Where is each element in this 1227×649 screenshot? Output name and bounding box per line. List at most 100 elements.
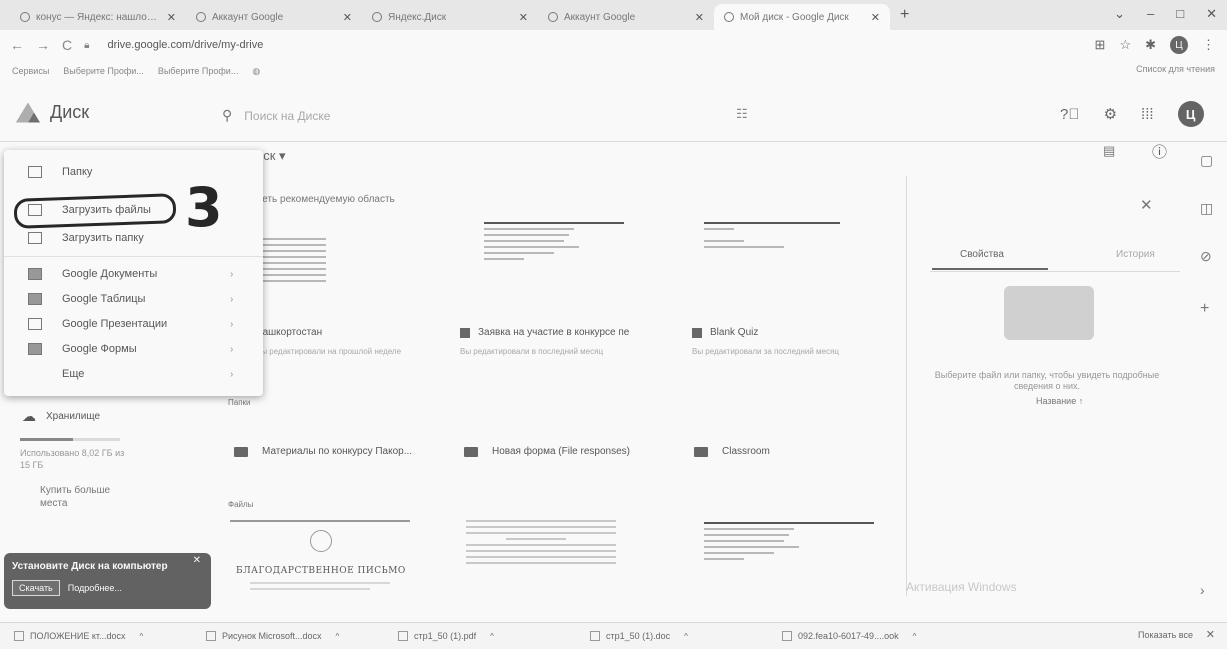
address-bar: ← → C 🔒︎ drive.google.com/drive/my-drive (0, 30, 1227, 60)
menu-item-label: Еще (62, 368, 85, 380)
download-item[interactable]: 092.fea10-6017-49....ook ^ (782, 631, 960, 641)
close-details-icon[interactable]: ✕ (1140, 196, 1153, 214)
chevron-up-icon[interactable]: ^ (140, 632, 144, 641)
grid-view-icon[interactable]: ▤ (1103, 143, 1115, 159)
calendar-icon[interactable]: ▢ (1200, 152, 1213, 169)
chevron-up-icon[interactable]: ^ (335, 632, 339, 641)
bookmark-item[interactable]: Выберите Профи... (63, 66, 144, 76)
browser-tab[interactable]: Аккаунт Google ✕ (186, 4, 362, 30)
chevron-up-icon[interactable]: ^ (684, 632, 688, 641)
reload-icon[interactable]: C (62, 37, 72, 53)
forward-icon[interactable]: → (36, 37, 50, 53)
menu-item-google-docs[interactable]: Google Документы › (4, 262, 263, 286)
suggested-thumb-3[interactable] (704, 222, 840, 312)
search-input[interactable]: Поиск на Диске (244, 109, 330, 123)
browser-tab[interactable]: Яндекс.Диск ✕ (362, 4, 538, 30)
show-all-downloads[interactable]: Показать все (1138, 630, 1193, 640)
tab-properties[interactable]: Свойства (960, 249, 1004, 260)
bookmark-star-icon[interactable]: ☆ (1119, 37, 1131, 53)
browser-profile-avatar[interactable]: Ц (1170, 36, 1188, 54)
search-bar[interactable]: ⚲ Поиск на Диске (222, 107, 330, 124)
step-number-annotation: 3 (185, 176, 223, 239)
folder-icon (464, 446, 478, 457)
browser-menu-icon[interactable]: ⋮ (1202, 37, 1215, 53)
browser-tab[interactable]: Аккаунт Google ✕ (538, 4, 714, 30)
download-item[interactable]: стр1_50 (1).pdf ^ (398, 631, 576, 641)
bookmark-item[interactable]: Выберите Профи... (158, 66, 239, 76)
new-tab-button[interactable]: + (900, 6, 909, 24)
suggested-file-2[interactable]: Заявка на участие в конкурсе пе (460, 327, 629, 338)
shared-folder-icon (234, 446, 248, 457)
suggested-file-1[interactable]: Башкортостан (256, 327, 322, 338)
tab-history[interactable]: История (1116, 249, 1155, 260)
chevron-up-icon[interactable]: ^ (913, 632, 917, 641)
download-item[interactable]: ПОЛОЖЕНИЕ кт...docx ^ (14, 631, 192, 641)
settings-gear-icon[interactable]: ⚙ (1104, 105, 1117, 123)
bookmarks-bar: Сервисы Выберите Профи... Выберите Профи… (0, 60, 1227, 82)
close-window-button[interactable]: ✕ (1206, 6, 1217, 22)
close-downloads-icon[interactable]: ✕ (1206, 628, 1215, 641)
file-thumb-letter[interactable]: БЛАГОДАРСТВЕННОЕ ПИСЬМО (230, 520, 410, 602)
menu-item-upload-folder[interactable]: Загрузить папку (4, 226, 263, 250)
folder-name: Материалы по конкурсу Пакор... (262, 446, 413, 457)
tasks-icon[interactable]: ⊘ (1200, 248, 1212, 265)
info-icon[interactable]: ⓘ (1152, 141, 1167, 162)
browser-tab-active[interactable]: Мой диск - Google Диск ✕ (714, 4, 890, 30)
drive-logo[interactable]: Диск (16, 102, 89, 123)
suggested-file-3[interactable]: Blank Quiz (692, 327, 758, 338)
tab-search-icon[interactable]: ⌄ (1114, 6, 1125, 22)
file-thumb-3[interactable] (704, 522, 884, 604)
search-icon[interactable]: ⚲ (222, 107, 232, 124)
download-name: 092.fea10-6017-49....ook (798, 631, 899, 641)
expand-panel-icon[interactable]: › (1200, 582, 1205, 598)
download-item[interactable]: Рисунок Microsoft...docx ^ (206, 631, 384, 641)
chevron-up-icon[interactable]: ^ (490, 632, 494, 641)
chevron-right-icon: › (230, 268, 234, 280)
tab-close-icon[interactable]: ✕ (871, 11, 880, 24)
folder-item[interactable]: Новая форма (File responses) (464, 446, 630, 457)
learn-more-link[interactable]: Подробнее... (66, 580, 124, 596)
folder-item[interactable]: Classroom (694, 446, 770, 457)
download-item[interactable]: стр1_50 (1).doc ^ (590, 631, 768, 641)
tab-close-icon[interactable]: ✕ (519, 11, 528, 24)
buy-storage-link[interactable]: Купить больше места (40, 484, 130, 510)
forms-icon (28, 343, 42, 355)
menu-item-more[interactable]: Еще › (4, 362, 263, 386)
slides-icon (28, 318, 42, 330)
back-icon[interactable]: ← (10, 37, 24, 53)
help-icon[interactable]: ?⃝ (1060, 106, 1080, 123)
menu-item-new-folder[interactable]: Папку (4, 160, 263, 184)
tab-close-icon[interactable]: ✕ (167, 11, 176, 24)
menu-item-label: Google Документы (62, 268, 158, 280)
minimize-button[interactable]: – (1147, 6, 1154, 22)
promo-close-icon[interactable]: ✕ (193, 555, 201, 566)
browser-tab[interactable]: конус — Яндекс: нашлось 22 н ✕ (10, 4, 186, 30)
storage-link[interactable]: ☁ Хранилище (22, 408, 100, 425)
sort-by-name-button[interactable]: Название ↑ (1036, 396, 1083, 406)
extensions-icon[interactable]: ✱ (1145, 37, 1156, 53)
reading-list[interactable]: Список для чтения (1136, 64, 1215, 74)
menu-item-google-forms[interactable]: Google Формы › (4, 337, 263, 361)
chevron-right-icon: › (230, 318, 234, 330)
bookmark-globe-icon[interactable]: ◍ (252, 66, 260, 77)
keep-icon[interactable]: ◫ (1200, 200, 1213, 217)
menu-item-google-slides[interactable]: Google Презентации › (4, 312, 263, 336)
suggested-file-1-activity: Вы редактировали на прошлой неделе (256, 347, 402, 356)
url-field[interactable]: drive.google.com/drive/my-drive (107, 39, 263, 51)
file-thumb-2[interactable] (466, 520, 646, 602)
tab-close-icon[interactable]: ✕ (343, 11, 352, 24)
translate-icon[interactable]: ⊞ (1095, 37, 1106, 53)
add-addon-icon[interactable]: + (1200, 300, 1209, 318)
tab-close-icon[interactable]: ✕ (695, 11, 704, 24)
search-options-icon[interactable]: ☷ (736, 106, 748, 122)
suggested-thumb-1[interactable] (256, 228, 416, 318)
maximize-button[interactable]: □ (1176, 6, 1184, 22)
folder-item[interactable]: Материалы по конкурсу Пакор... (234, 446, 412, 457)
apps-grid-icon[interactable]: ⁞⁞⁞ (1141, 106, 1154, 123)
bookmark-apps[interactable]: Сервисы (12, 66, 49, 76)
menu-item-google-sheets[interactable]: Google Таблицы › (4, 287, 263, 311)
download-button[interactable]: Скачать (12, 580, 60, 596)
file-name: Заявка на участие в конкурсе пе (478, 327, 630, 338)
account-avatar[interactable]: Ц (1177, 101, 1204, 127)
suggested-thumb-2[interactable] (484, 222, 624, 312)
